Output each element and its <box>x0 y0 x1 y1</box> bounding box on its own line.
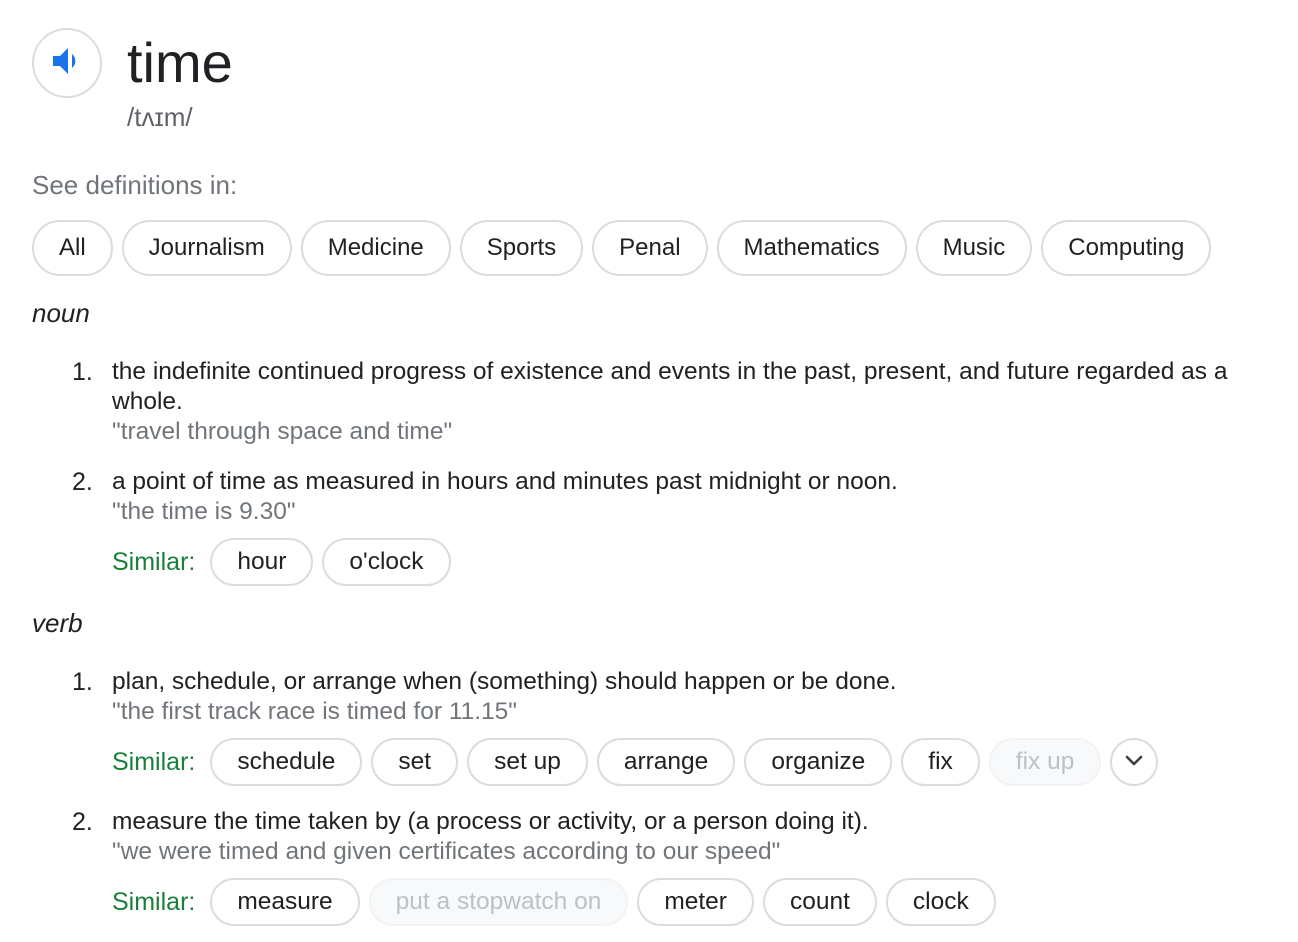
category-chip-penal[interactable]: Penal <box>592 220 708 276</box>
sense-number: 1. <box>72 358 93 386</box>
synonym-chip[interactable]: organize <box>744 738 893 786</box>
category-chip-journalism[interactable]: Journalism <box>121 220 292 276</box>
synonym-chip[interactable]: set up <box>467 738 588 786</box>
definition-text: measure the time taken by (a process or … <box>112 808 869 835</box>
synonym-chip[interactable]: clock <box>885 878 996 926</box>
sense-number: 2. <box>72 808 93 836</box>
speaker-volume-icon <box>49 43 85 84</box>
similar-label: Similar: <box>112 747 196 776</box>
see-definitions-label: See definitions in: <box>32 170 238 200</box>
category-chip-medicine[interactable]: Medicine <box>300 220 451 276</box>
headword: time <box>127 31 233 94</box>
definition-text: plan, schedule, or arrange when (somethi… <box>112 668 897 695</box>
synonym-chip[interactable]: meter <box>637 878 754 926</box>
sense-number: 2. <box>72 468 93 496</box>
definition-text: the indefinite continued progress of exi… <box>112 358 1228 415</box>
similar-words-row: Similar: schedule set set up arrange org… <box>112 738 1159 786</box>
example-sentence: "the first track race is timed for 11.15… <box>112 698 518 725</box>
example-sentence: "the time is 9.30" <box>112 498 296 525</box>
definition-block: a point of time as measured in hours and… <box>112 467 1262 527</box>
definition-block: plan, schedule, or arrange when (somethi… <box>112 667 1262 727</box>
phonetic-spelling: /tʌɪm/ <box>127 102 193 132</box>
chevron-down-icon <box>1123 749 1145 776</box>
synonym-chip[interactable]: hour <box>210 538 314 586</box>
part-of-speech-verb: verb <box>32 608 83 638</box>
similar-words-row: Similar: measure put a stopwatch on mete… <box>112 878 1005 926</box>
category-chip-computing[interactable]: Computing <box>1041 220 1212 276</box>
category-chip-all[interactable]: All <box>32 220 113 276</box>
part-of-speech-noun: noun <box>32 298 90 328</box>
synonym-chip[interactable]: count <box>762 878 877 926</box>
sense-number: 1. <box>72 668 93 696</box>
pronunciation-speaker-button[interactable] <box>32 28 102 98</box>
example-sentence: "we were timed and given certificates ac… <box>112 838 781 865</box>
similar-words-row: Similar: hour o'clock <box>112 538 460 586</box>
synonym-chip[interactable]: set <box>371 738 459 786</box>
synonym-chip[interactable]: arrange <box>596 738 736 786</box>
synonym-chip-faded[interactable]: fix up <box>988 738 1102 786</box>
show-more-synonyms-button[interactable] <box>1110 738 1159 786</box>
synonym-chip[interactable]: o'clock <box>322 538 451 586</box>
definition-block: measure the time taken by (a process or … <box>112 807 1262 867</box>
category-chip-music[interactable]: Music <box>915 220 1033 276</box>
example-sentence: "travel through space and time" <box>112 418 453 445</box>
category-chip-sports[interactable]: Sports <box>459 220 584 276</box>
category-chip-mathematics[interactable]: Mathematics <box>716 220 907 276</box>
similar-label: Similar: <box>112 887 196 916</box>
synonym-chip[interactable]: schedule <box>210 738 363 786</box>
synonym-chip-faded[interactable]: put a stopwatch on <box>368 878 629 926</box>
similar-label: Similar: <box>112 547 196 576</box>
definition-block: the indefinite continued progress of exi… <box>112 357 1262 447</box>
definition-text: a point of time as measured in hours and… <box>112 468 898 495</box>
synonym-chip[interactable]: measure <box>210 878 360 926</box>
synonym-chip[interactable]: fix <box>901 738 980 786</box>
definition-category-chips: All Journalism Medicine Sports Penal Mat… <box>32 220 1220 276</box>
